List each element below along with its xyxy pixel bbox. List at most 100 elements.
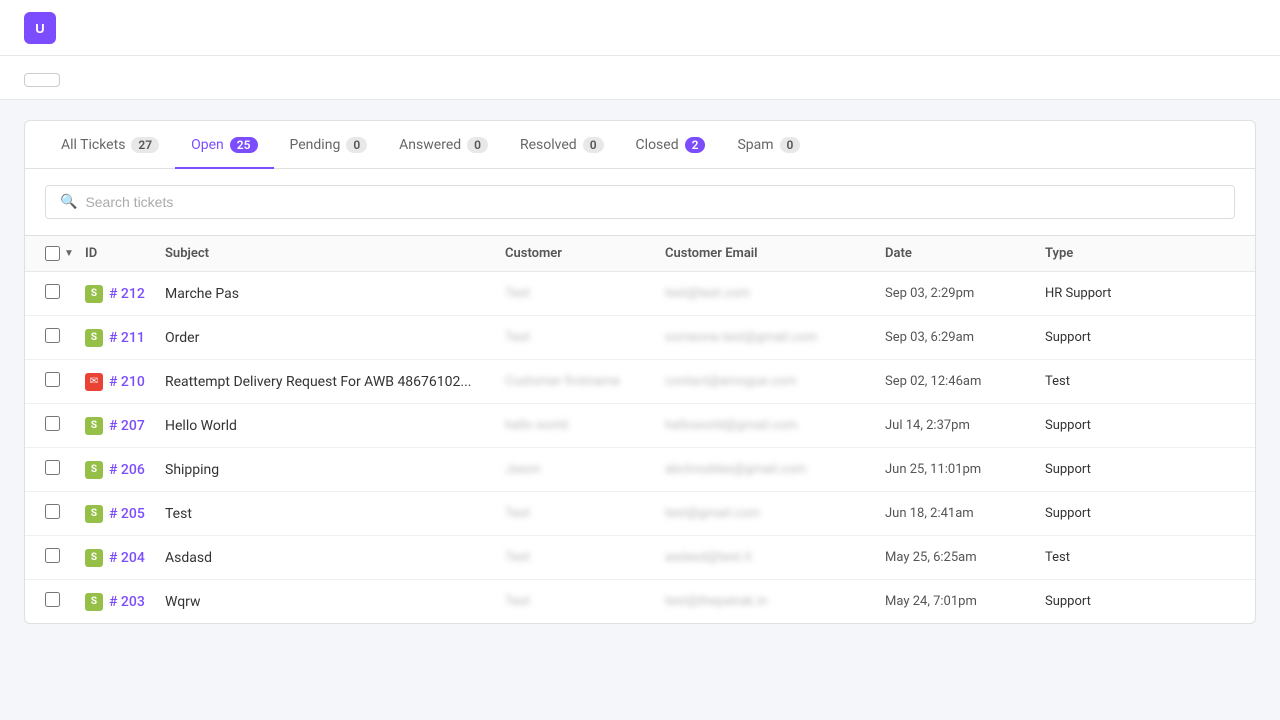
tab-label: Spam — [737, 137, 773, 153]
ticket-customer-email: test@test.com — [665, 286, 885, 301]
row-checkbox-cell — [45, 372, 85, 391]
pages-button[interactable] — [24, 73, 60, 87]
ticket-customer: Customer firstname — [505, 374, 665, 389]
shopify-icon: S — [85, 329, 103, 347]
ticket-subject: Reattempt Delivery Request For AWB 48676… — [165, 374, 505, 390]
tab-answered[interactable]: Answered 0 — [383, 121, 504, 169]
ticket-id-link[interactable]: # 211 — [109, 330, 145, 346]
ticket-id-link[interactable]: # 210 — [109, 374, 145, 390]
ticket-date: May 25, 6:25am — [885, 550, 1045, 565]
ticket-id-link[interactable]: # 206 — [109, 462, 145, 478]
row-checkbox[interactable] — [45, 460, 60, 475]
ticket-id-link[interactable]: # 207 — [109, 418, 145, 434]
tab-badge: 0 — [467, 137, 488, 153]
table-row: S # 204 AsdasdTestasdasd@test.itMay 25, 6:… — [25, 536, 1255, 580]
ticket-customer: Jason — [505, 462, 665, 477]
ticket-type: Test — [1045, 374, 1165, 389]
tab-badge: 0 — [780, 137, 801, 153]
tab-badge: 27 — [131, 137, 159, 153]
tab-label: Open — [191, 137, 224, 153]
ticket-id-cell: S# 203 — [85, 593, 165, 611]
top-bar: U — [0, 0, 1280, 56]
search-input[interactable] — [85, 194, 1220, 210]
ticket-date: Jul 14, 2:37pm — [885, 418, 1045, 433]
top-bar-left: U — [24, 12, 76, 44]
row-checkbox[interactable] — [45, 372, 60, 387]
row-checkbox[interactable] — [45, 548, 60, 563]
ticket-id-link[interactable]: # 204 — [109, 550, 145, 566]
tab-label: Answered — [399, 137, 461, 153]
ticket-id-link[interactable]: # 205 — [109, 506, 145, 522]
shopify-icon: S — [85, 505, 103, 523]
shopify-icon: S — [85, 549, 103, 567]
ticket-customer: Test — [505, 550, 665, 565]
table-row: S# 211OrderTestsomeone.test@gmail.comSep… — [25, 316, 1255, 360]
pages-bar — [0, 56, 1280, 100]
table-row: S# 212Marche PasTesttest@test.comSep 03,… — [25, 272, 1255, 316]
ticket-customer-email: asdasd@test.it — [665, 550, 885, 565]
ticket-id-link[interactable]: # 212 — [109, 286, 145, 302]
ticket-id-cell: S # 206 — [85, 461, 165, 479]
ticket-id-cell: S# 212 — [85, 285, 165, 303]
header-email: Customer Email — [665, 246, 885, 261]
ticket-customer-email: test@gmail.com — [665, 506, 885, 521]
row-checkbox-cell — [45, 504, 85, 523]
ticket-type: HR Support — [1045, 286, 1165, 301]
tickets-panel: All Tickets 27 Open 25 Pending0 Answered 0 Reso… — [24, 120, 1256, 624]
ticket-customer: Test — [505, 330, 665, 345]
row-checkbox[interactable] — [45, 416, 60, 431]
row-checkbox-cell — [45, 460, 85, 479]
select-all-checkbox[interactable] — [45, 246, 60, 261]
table-row: ✉# 210Reattempt Delivery Request For AWB… — [25, 360, 1255, 404]
tab-label: All Tickets — [61, 137, 125, 153]
header-id: ID — [85, 246, 165, 261]
ticket-subject: Hello World — [165, 418, 505, 434]
ticket-customer-email: abctroubles@gmail.com — [665, 462, 885, 477]
ticket-date: Jun 25, 11:01pm — [885, 462, 1045, 477]
ticket-date: Jun 18, 2:41am — [885, 506, 1045, 521]
shopify-icon: S — [85, 461, 103, 479]
tab-pending[interactable]: Pending0 — [274, 121, 384, 169]
row-checkbox[interactable] — [45, 592, 60, 607]
ticket-customer: Test — [505, 506, 665, 521]
ticket-subject: Test — [165, 506, 505, 522]
tab-label: Closed — [636, 137, 679, 153]
row-checkbox-cell — [45, 328, 85, 347]
table-row: S# 207Hello Worldhello worldhelloworld@g… — [25, 404, 1255, 448]
tab-resolved[interactable]: Resolved0 — [504, 121, 620, 169]
table-row: S# 203WqrwTesttest@thepatrak.inMay 24, 7… — [25, 580, 1255, 623]
ticket-id-link[interactable]: # 203 — [109, 594, 145, 610]
tab-badge: 2 — [685, 137, 706, 153]
ticket-customer-email: contact@emogue.com — [665, 374, 885, 389]
search-icon: 🔍 — [60, 194, 77, 210]
ticket-subject: Asdasd — [165, 550, 505, 566]
tab-spam[interactable]: Spam 0 — [721, 121, 816, 169]
ticket-tabs: All Tickets 27 Open 25 Pending0 Answered 0 Reso… — [25, 121, 1255, 169]
ticket-id-cell: S # 205 — [85, 505, 165, 523]
row-checkbox[interactable] — [45, 328, 60, 343]
tab-all-tickets[interactable]: All Tickets 27 — [45, 121, 175, 169]
tab-closed[interactable]: Closed 2 — [620, 121, 722, 169]
search-box: 🔍 — [45, 185, 1235, 219]
ticket-subject: Marche Pas — [165, 286, 505, 302]
row-checkbox-cell — [45, 548, 85, 567]
ticket-id-cell: S # 204 — [85, 549, 165, 567]
ticket-date: May 24, 7:01pm — [885, 594, 1045, 609]
chevron-down-icon[interactable]: ▼ — [64, 248, 74, 259]
header-subject: Subject — [165, 246, 505, 261]
header-checkbox-wrapper[interactable]: ▼ — [45, 246, 74, 261]
tab-open[interactable]: Open 25 — [175, 121, 273, 169]
header-checkbox-col: ▼ — [45, 246, 85, 261]
ticket-customer: Test — [505, 286, 665, 301]
header-customer: Customer — [505, 246, 665, 261]
header-date: Date — [885, 246, 1045, 261]
row-checkbox[interactable] — [45, 284, 60, 299]
row-checkbox-cell — [45, 592, 85, 611]
ticket-id-cell: S # 211 — [85, 329, 165, 347]
shopify-icon: S — [85, 417, 103, 435]
tab-badge: 25 — [230, 137, 258, 153]
row-checkbox[interactable] — [45, 504, 60, 519]
ticket-type: Support — [1045, 506, 1165, 521]
table-row: S# 206ShippingJasonabctroubles@gmail.com… — [25, 448, 1255, 492]
app-logo: U — [24, 12, 56, 44]
